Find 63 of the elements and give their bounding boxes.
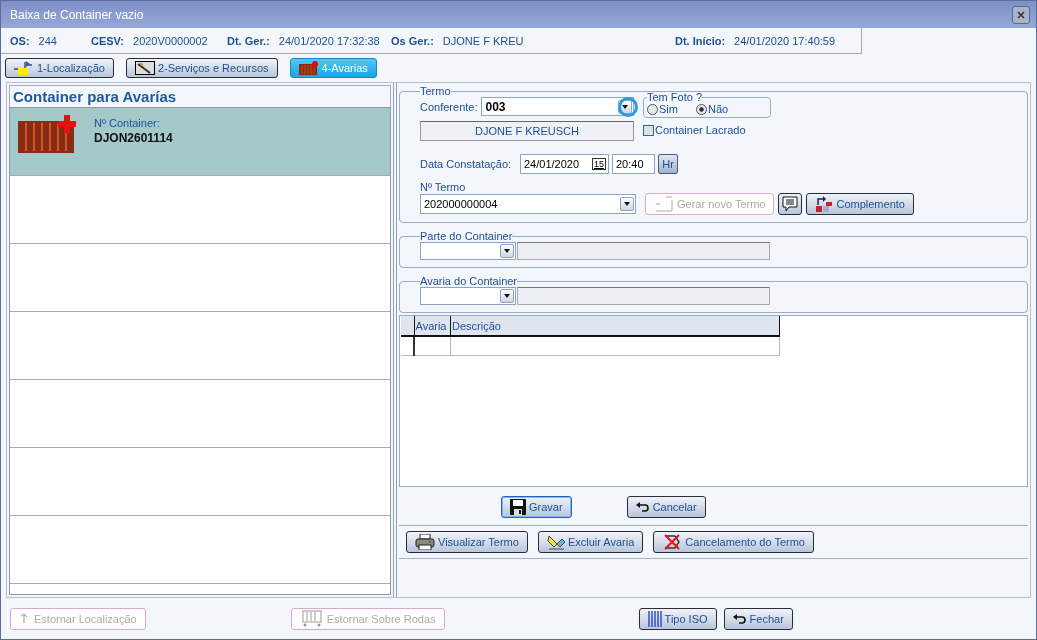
column-header: Avaria [414, 316, 451, 336]
comment-button[interactable] [778, 193, 803, 215]
field-label: CESV: [91, 34, 124, 47]
field-value: DJONE F KREU [442, 34, 524, 47]
radio-button[interactable] [695, 103, 707, 115]
button[interactable]: Visualizar Termo [406, 531, 528, 553]
container-wheels-icon [299, 609, 324, 628]
field-label: OS: [10, 34, 30, 47]
ruler-pencil-icon [134, 61, 155, 75]
button[interactable]: Gravar [501, 495, 572, 518]
pencil-eraser-icon [546, 534, 565, 550]
window-title: Baixa de Container vazio [10, 7, 144, 22]
field-label: Dt. Início: [675, 34, 726, 47]
checkbox-option[interactable]: Container Lacrado [643, 124, 771, 136]
button[interactable]: Complemento [806, 193, 914, 215]
item-label: Nº Container: [94, 117, 161, 129]
close-button[interactable] [1012, 5, 1030, 24]
group-title: Parte do Container [420, 230, 513, 242]
field-label: Conferente: [420, 100, 478, 113]
radio-option[interactable]: Não [695, 103, 729, 115]
radio-option[interactable]: Sim [647, 103, 678, 115]
tab[interactable]: 2-Serviços e Recursos [125, 58, 278, 78]
button[interactable]: Fechar [723, 607, 793, 630]
location-icon [14, 61, 34, 75]
focus-ring-icon [618, 97, 638, 117]
button[interactable]: Cancelar [626, 495, 706, 518]
new-document-icon [654, 196, 674, 212]
field-label: Dt. Ger.: [227, 34, 270, 47]
field-value: 2020V0000002 [133, 34, 208, 47]
panel-title: Container para Avarías [9, 85, 391, 107]
button[interactable]: Tipo ISO [638, 607, 717, 630]
container-icon [298, 61, 319, 75]
field-label: Os Ger.: [391, 34, 434, 47]
close-icon [1017, 10, 1025, 19]
date-field[interactable]: 24/01/2020 15 [520, 154, 609, 174]
button[interactable]: Excluir Avaria [537, 531, 644, 553]
checkbox[interactable] [643, 124, 654, 136]
field-value: 244 [38, 34, 57, 47]
undo-arrow-icon [635, 501, 650, 512]
group-title: Tem Foto ? [647, 91, 703, 103]
field-label: Data Constatação: [420, 158, 513, 170]
dropdown-field[interactable]: 202000000004 [420, 194, 636, 214]
time-field[interactable]: 20:40 [612, 154, 655, 174]
group-title: Termo [420, 85, 451, 97]
column-header: Descrição [450, 316, 780, 336]
vertical-bars-icon [647, 610, 662, 627]
calendar-button[interactable]: 15 [592, 158, 606, 170]
hour-button[interactable]: Hr [658, 154, 678, 174]
field-value: 24/01/2020 17:32:38 [278, 34, 380, 47]
arrow-blocks-icon [815, 196, 834, 212]
field-label: Nº Termo [420, 181, 467, 193]
radio-button[interactable] [647, 103, 658, 115]
field-value: 24/01/2020 17:40:59 [734, 34, 836, 47]
container-number: DJON2601114 [94, 131, 173, 145]
name-field: DJONE F KREUSCH [420, 121, 634, 141]
container-item[interactable]: Nº Container: DJON2601114 [10, 108, 390, 176]
tab[interactable]: 1-Localização [5, 58, 114, 78]
group-title: Avaria do Container [420, 275, 518, 287]
undo-arrow-icon [732, 613, 747, 624]
crossed-arrows-icon [662, 533, 683, 551]
printer-icon [415, 534, 435, 550]
button[interactable]: Cancelamento do Termo [653, 531, 814, 553]
comment-icon [782, 196, 799, 212]
